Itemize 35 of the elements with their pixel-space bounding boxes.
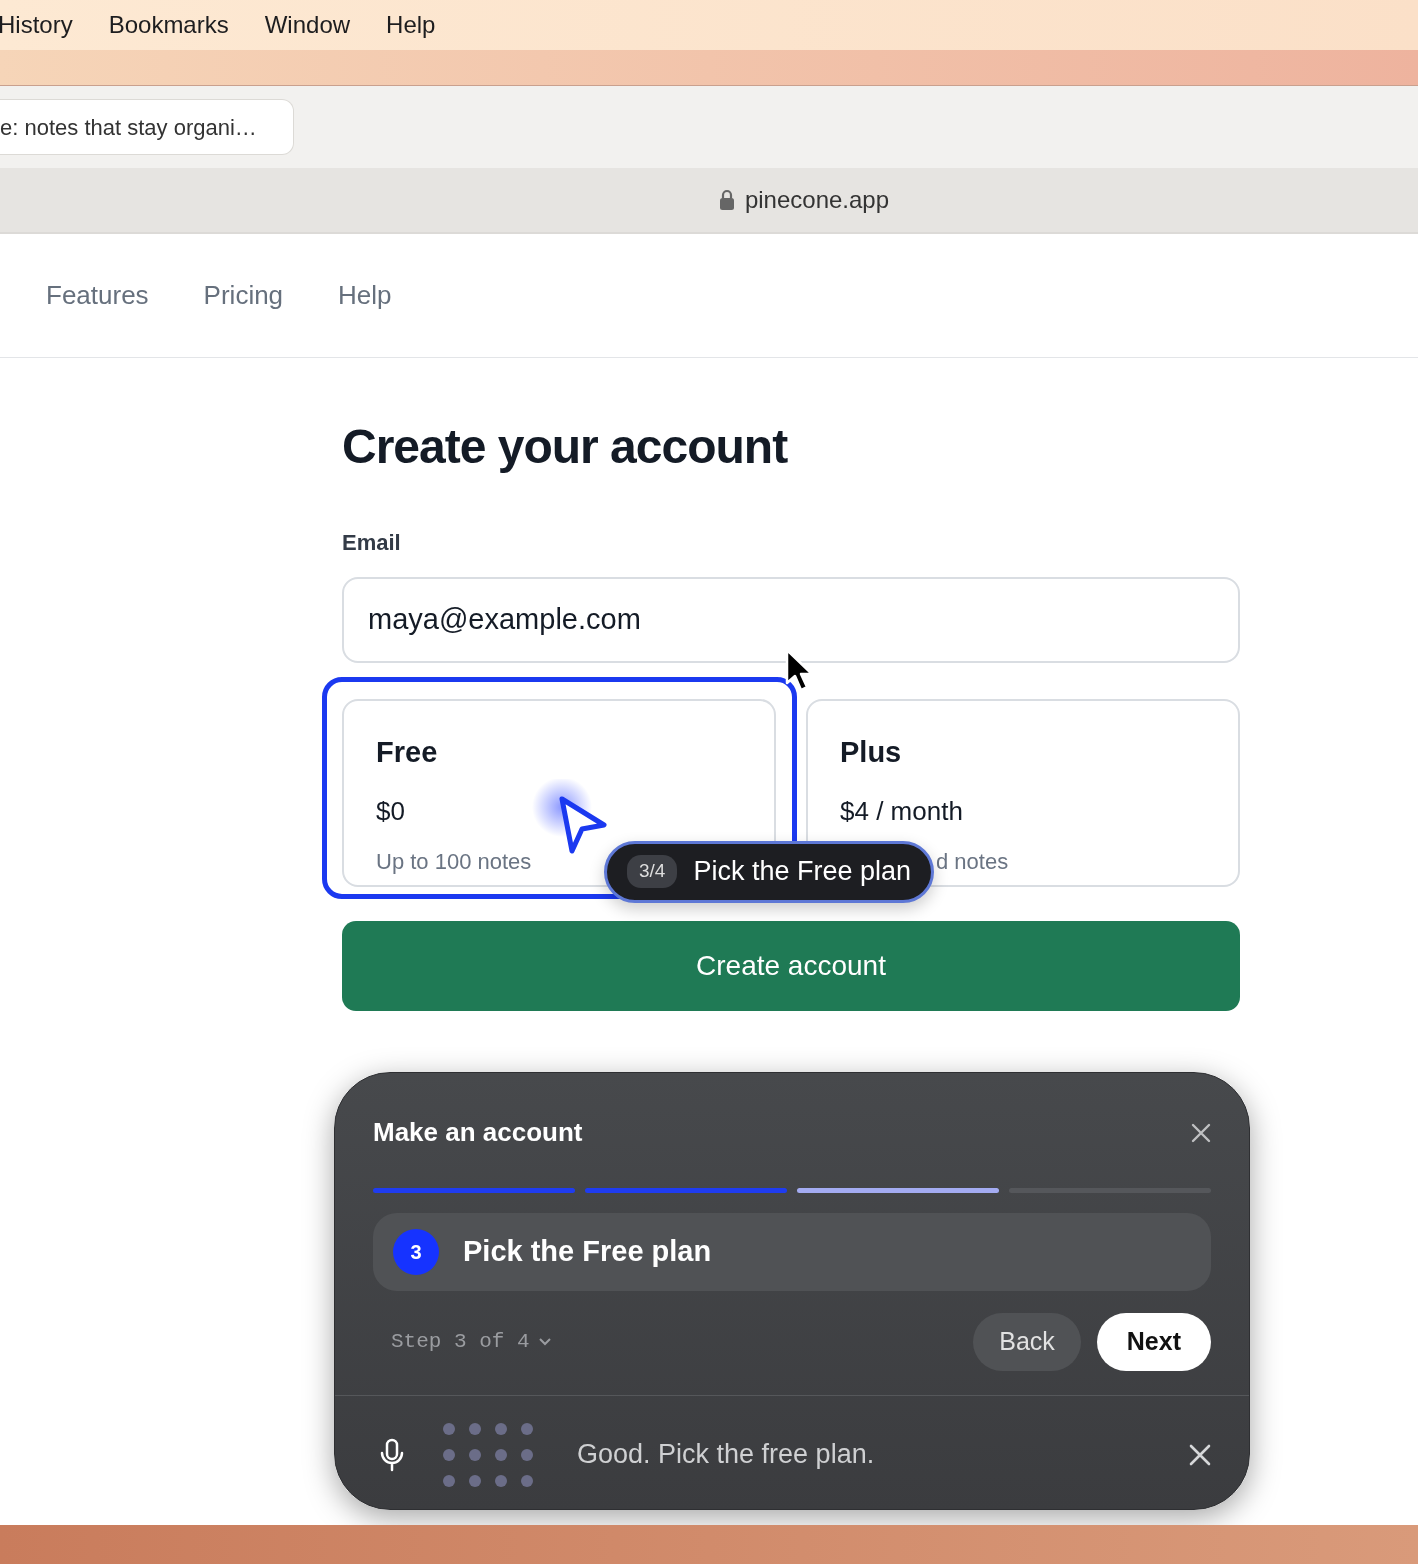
nav-link[interactable]: Help bbox=[338, 276, 392, 315]
close-button[interactable] bbox=[1191, 1122, 1211, 1143]
panel-title: Make an account bbox=[373, 1116, 583, 1149]
browser-tab[interactable]: e: notes that stay organi… bbox=[0, 99, 294, 155]
next-button[interactable]: Next bbox=[1096, 1313, 1211, 1371]
nav-link[interactable]: Pricing bbox=[203, 276, 284, 315]
step-counter: 3/4 bbox=[627, 855, 678, 888]
page-title: Create your account bbox=[342, 419, 789, 475]
plan-price: $0 bbox=[376, 795, 406, 829]
plan-name: Free bbox=[376, 734, 439, 770]
step-dropdown[interactable]: Step 3 of 4 bbox=[385, 1325, 558, 1359]
create-account-button[interactable]: Create account bbox=[342, 920, 1240, 1011]
step-number: 3 bbox=[393, 1229, 439, 1275]
plan-price: $4 / month bbox=[840, 795, 964, 829]
menu-item[interactable]: Help bbox=[386, 7, 436, 43]
close-icon bbox=[1189, 1443, 1211, 1466]
address-bar[interactable]: pinecone.app bbox=[0, 168, 1418, 234]
menu-item[interactable]: Window bbox=[264, 7, 351, 43]
back-button[interactable]: Back bbox=[973, 1313, 1081, 1371]
transcript-text: Good. Pick the free plan. bbox=[577, 1438, 876, 1472]
chevron-down-icon bbox=[537, 1337, 552, 1347]
nav-link[interactable]: Features bbox=[46, 276, 149, 315]
plan-description: Up to 100 notes bbox=[376, 848, 532, 877]
email-field[interactable]: maya@example.com bbox=[342, 576, 1240, 663]
menu-item[interactable]: History bbox=[0, 7, 73, 43]
plan-name: Plus bbox=[840, 734, 903, 770]
plan-description: d notes bbox=[936, 848, 1009, 877]
menu-item[interactable]: Bookmarks bbox=[108, 7, 229, 43]
field-label: Email bbox=[342, 528, 402, 557]
url-text: pinecone.app bbox=[744, 185, 890, 215]
close-icon bbox=[1191, 1122, 1211, 1143]
dismiss-button[interactable] bbox=[1189, 1443, 1211, 1466]
microphone-icon bbox=[379, 1437, 405, 1472]
step-text: Pick the Free plan bbox=[463, 1234, 712, 1270]
microphone-button[interactable] bbox=[379, 1437, 405, 1472]
